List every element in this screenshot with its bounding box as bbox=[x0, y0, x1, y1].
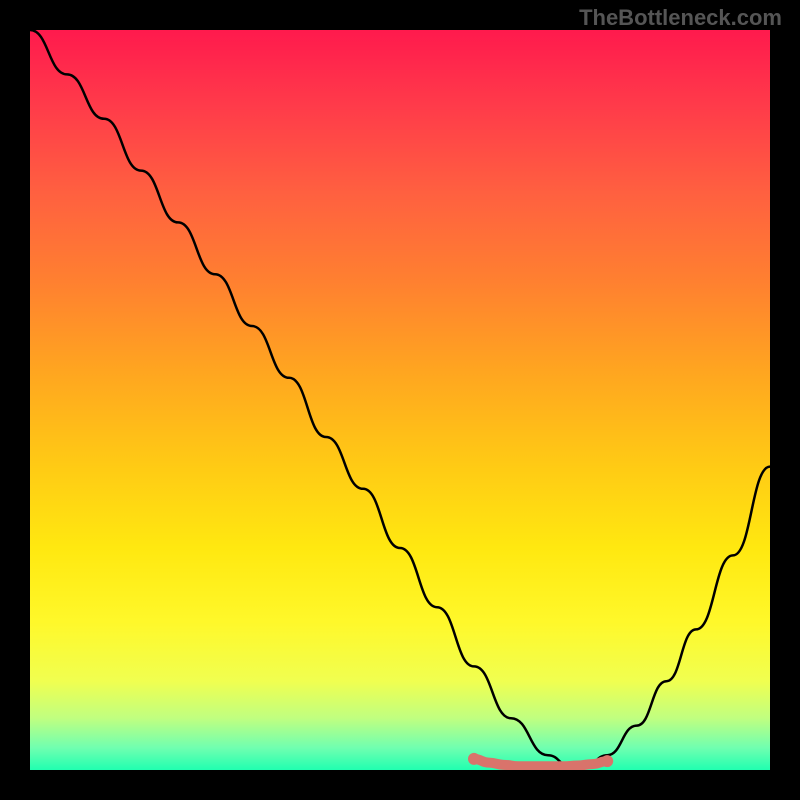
optimal-zone-marker bbox=[468, 753, 613, 767]
watermark-text: TheBottleneck.com bbox=[579, 5, 782, 31]
plot-area bbox=[30, 30, 770, 770]
curve-svg bbox=[30, 30, 770, 770]
bottleneck-curve bbox=[30, 30, 770, 766]
chart-container: TheBottleneck.com bbox=[0, 0, 800, 800]
